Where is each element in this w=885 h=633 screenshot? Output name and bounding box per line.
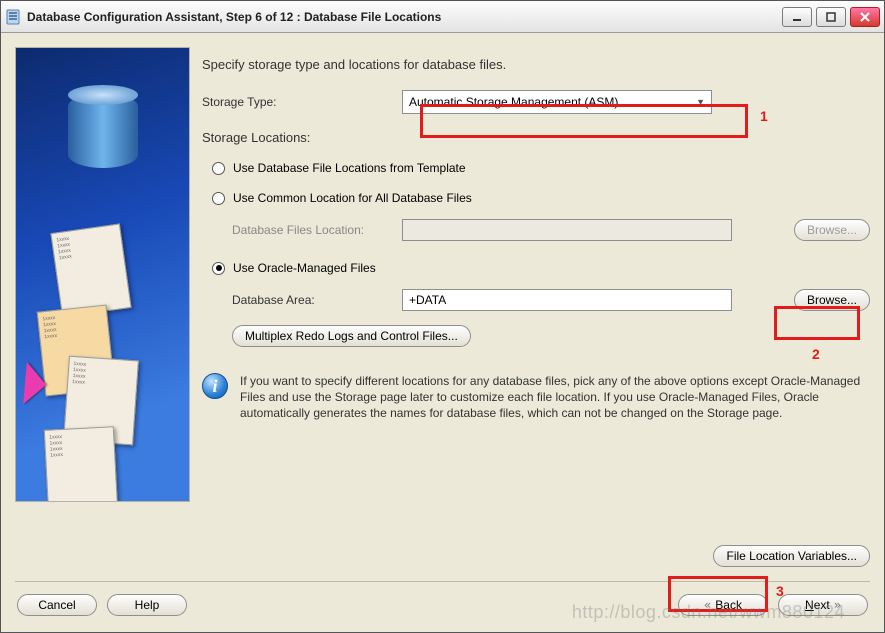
radio-template-label: Use Database File Locations from Templat… (233, 161, 466, 175)
next-label: ext (814, 598, 830, 612)
storage-type-value: Automatic Storage Management (ASM) (409, 95, 618, 109)
back-button[interactable]: « Back (678, 594, 768, 616)
db-files-location-input (402, 219, 732, 241)
wizard-illustration: 1xxxx1xxxx1xxxx1xxxx 1xxxx1xxxx1xxxx1xxx… (15, 47, 190, 502)
main-panel: Specify storage type and locations for d… (202, 47, 870, 567)
minimize-button[interactable] (782, 7, 812, 27)
content-area: 1xxxx1xxxx1xxxx1xxxx 1xxxx1xxxx1xxxx1xxx… (1, 33, 884, 581)
multiplex-button[interactable]: Multiplex Redo Logs and Control Files... (232, 325, 471, 347)
wizard-window: Database Configuration Assistant, Step 6… (0, 0, 885, 633)
next-button[interactable]: Next » (778, 594, 868, 616)
radio-oracle-managed-label: Use Oracle-Managed Files (233, 261, 376, 275)
chevron-left-icon: « (704, 598, 711, 612)
browse-files-location-button: Browse... (794, 219, 870, 241)
app-icon (5, 9, 21, 25)
window-controls (782, 7, 880, 27)
chevron-right-icon: » (834, 598, 841, 612)
titlebar: Database Configuration Assistant, Step 6… (1, 1, 884, 33)
database-area-input[interactable] (402, 289, 732, 311)
radio-oracle-managed[interactable] (212, 262, 225, 275)
chevron-down-icon: ▼ (696, 97, 705, 107)
db-files-location-label: Database Files Location: (232, 223, 402, 237)
radio-common-location[interactable] (212, 192, 225, 205)
storage-type-dropdown[interactable]: Automatic Storage Management (ASM) ▼ (402, 90, 712, 114)
cancel-button[interactable]: Cancel (17, 594, 97, 616)
browse-database-area-button[interactable]: Browse... (794, 289, 870, 311)
info-text: If you want to specify different locatio… (240, 373, 870, 422)
file-location-variables-button[interactable]: File Location Variables... (713, 545, 870, 567)
radio-template[interactable] (212, 162, 225, 175)
storage-type-label: Storage Type: (202, 95, 402, 109)
window-title: Database Configuration Assistant, Step 6… (27, 10, 776, 24)
wizard-button-bar: Cancel Help « Back Next » (1, 582, 884, 632)
storage-locations-label: Storage Locations: (202, 130, 870, 145)
maximize-button[interactable] (816, 7, 846, 27)
back-label: ack (723, 598, 742, 612)
close-button[interactable] (850, 7, 880, 27)
page-heading: Specify storage type and locations for d… (202, 57, 870, 72)
info-icon: i (202, 373, 228, 399)
database-area-label: Database Area: (232, 293, 402, 307)
radio-common-location-label: Use Common Location for All Database Fil… (233, 191, 472, 205)
help-button[interactable]: Help (107, 594, 187, 616)
